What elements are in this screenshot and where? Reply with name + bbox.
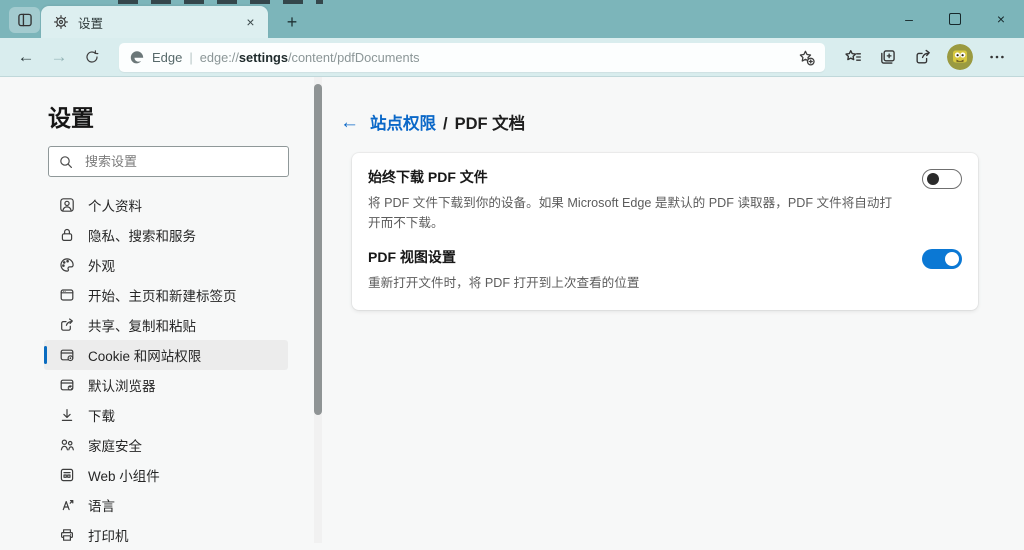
settings-sidebar: 设置 个人资料隐私、搜索和服务外观开始、主页和新建标签页共享、复制和粘贴 Cook… [0,77,314,544]
share-copy-icon [59,317,75,333]
sidebar-item-web-widgets[interactable]: Web 小组件 [44,460,288,490]
sidebar-item-label: 个人资料 [88,199,142,214]
sidebar-item-label: 共享、复制和粘贴 [88,319,196,334]
settings-search-box[interactable] [48,146,289,177]
language-icon [59,497,75,513]
sidebar-item-label: 打印机 [88,529,129,544]
sidebar-item-label: 开始、主页和新建标签页 [88,289,237,304]
url-text: edge://settings/content/pdfDocuments [199,49,420,65]
default-browser-icon [59,377,75,393]
setting-description: 重新打开文件时，将 PDF 打开到上次查看的位置 [368,276,640,291]
browser-toolbar: ← → Edge | edge://settings/content/pdfDo… [0,38,1024,77]
setting-row-pdf-view-settings: PDF 视图设置重新打开文件时，将 PDF 打开到上次查看的位置 [368,247,962,293]
tab-workspaces-button[interactable] [9,7,40,33]
setting-text: 始终下载 PDF 文件将 PDF 文件下载到你的设备。如果 Microsoft … [368,167,902,233]
address-separator: | [189,49,193,65]
refresh-icon [84,49,100,65]
gear-icon [53,14,69,30]
sidebar-item-label: 默认浏览器 [88,379,156,394]
sidebar-scrollbar[interactable] [314,77,322,543]
sidebar-item-privacy[interactable]: 隐私、搜索和服务 [44,220,288,250]
sidebar-scrollbar-thumb[interactable] [314,84,322,415]
breadcrumb: ← 站点权限 / PDF 文档 [340,110,525,134]
start-home-icon [59,287,75,303]
favorites-button[interactable] [838,43,868,71]
widgets-icon [59,467,75,483]
breadcrumb-parent-link[interactable]: 站点权限 [370,110,436,134]
always-download-pdf-toggle[interactable] [922,169,962,189]
forward-button[interactable]: → [45,43,73,71]
sidebar-item-label: 语言 [88,499,115,514]
sidebar-item-default-browser[interactable]: 默认浏览器 [44,370,288,400]
sidebar-item-label: 外观 [88,259,115,274]
collections-button[interactable] [873,43,903,71]
sidebar-item-languages[interactable]: 语言 [44,490,288,520]
ellipsis-icon [988,48,1006,66]
sidebar-item-printers[interactable]: 打印机 [44,520,288,550]
add-favorite-button[interactable] [798,49,815,66]
edge-logo-icon [129,49,145,65]
share-icon [914,48,932,66]
site-brand-label: Edge [152,49,183,65]
profile-avatar[interactable] [947,44,973,70]
settings-card: 始终下载 PDF 文件将 PDF 文件下载到你的设备。如果 Microsoft … [352,153,978,311]
tab-close-button[interactable]: × [241,13,260,32]
sidebar-item-appearance[interactable]: 外观 [44,250,288,280]
share-button[interactable] [908,43,938,71]
page-title: PDF 文档 [454,115,526,133]
profile-icon [59,197,75,213]
sidebar-item-share-copy-paste[interactable]: 共享、复制和粘贴 [44,310,288,340]
setting-title: PDF 视图设置 [368,249,456,266]
star-add-icon [798,49,815,66]
sidebar-item-label: Cookie 和网站权限 [88,349,202,364]
tab-settings[interactable]: 设置 × [41,6,268,38]
sidebar-item-family-safety[interactable]: 家庭安全 [44,430,288,460]
toggle-knob [945,252,959,267]
settings-content: ← 站点权限 / PDF 文档 始终下载 PDF 文件将 PDF 文件下载到你的… [322,77,1024,543]
setting-text: PDF 视图设置重新打开文件时，将 PDF 打开到上次查看的位置 [368,247,639,293]
collections-icon [879,48,897,66]
sidebar-item-start-home[interactable]: 开始、主页和新建标签页 [44,280,288,310]
avatar-image [947,44,973,70]
sidebar-item-label: 家庭安全 [88,439,142,454]
maximize-button[interactable] [932,0,978,38]
download-icon [59,407,75,423]
sidebar-item-downloads[interactable]: 下载 [44,400,288,430]
cookies-permissions-icon [59,347,75,363]
refresh-button[interactable] [78,43,106,71]
search-input[interactable] [83,153,279,170]
appearance-icon [59,257,75,273]
sidebar-title: 设置 [48,105,94,131]
window-controls: – × [886,0,1024,38]
new-tab-button[interactable]: + [279,9,305,35]
sidebar-item-cookies[interactable]: Cookie 和网站权限 [44,340,288,370]
background-window-artifact [118,0,323,4]
sidebar-item-label: 下载 [88,409,115,424]
printer-icon [59,527,75,543]
settings-more-button[interactable] [982,43,1012,71]
family-icon [59,437,75,453]
privacy-lock-icon [59,227,75,243]
setting-row-always-download-pdf: 始终下载 PDF 文件将 PDF 文件下载到你的设备。如果 Microsoft … [368,167,962,233]
pdf-view-settings-toggle[interactable] [922,249,962,270]
setting-description: 将 PDF 文件下载到你的设备。如果 Microsoft Edge 是默认的 P… [368,196,893,231]
breadcrumb-separator: / [443,115,448,133]
content-back-button[interactable]: ← [340,113,359,132]
close-button[interactable]: × [978,0,1024,38]
address-bar[interactable]: Edge | edge://settings/content/pdfDocume… [119,42,825,72]
search-icon [58,154,74,170]
title-bar: 设置 × + – × [0,0,1024,38]
tab-title: 设置 [78,16,104,31]
workspaces-icon [16,11,34,29]
minimize-button[interactable]: – [886,0,932,38]
sidebar-nav: 个人资料隐私、搜索和服务 外观开始、主页和新建标签页 共享、复制和粘贴 Cookie … [0,190,314,550]
sidebar-item-profile[interactable]: 个人资料 [44,190,288,220]
setting-title: 始终下载 PDF 文件 [368,169,488,185]
maximize-icon [949,13,961,25]
sidebar-item-label: 隐私、搜索和服务 [88,229,196,244]
sidebar-item-label: Web 小组件 [88,469,160,484]
back-button[interactable]: ← [12,43,40,71]
toggle-knob [927,173,939,185]
favorites-star-list-icon [844,48,862,66]
